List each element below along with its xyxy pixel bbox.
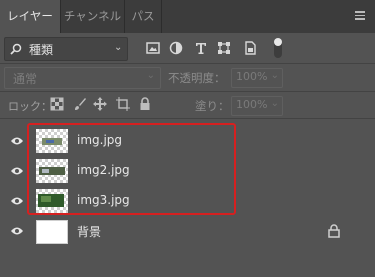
blend-mode-value: 通常 [13,72,38,86]
panel-tab-bar: レイヤー チャンネル パス [0,0,375,33]
highlight-box [27,123,236,215]
filter-pixel-layer-icon[interactable] [145,40,161,56]
lock-transparent-pixels-icon[interactable] [50,97,64,111]
chevron-down-icon: ⌄ [270,98,279,109]
panel-menu-icon[interactable] [355,11,365,20]
fill-label: 塗り： [195,99,230,113]
opacity-label: 不透明度： [168,71,226,85]
filter-shape-layer-icon[interactable] [216,40,232,56]
filter-type-layer-icon[interactable] [193,40,209,56]
search-icon [10,43,22,55]
filter-adjustment-layer-icon[interactable] [168,40,184,56]
blend-mode-select[interactable]: 通常 ⌄ [4,67,161,89]
fill-input[interactable]: 100% ⌄ [231,96,283,116]
tab-channels[interactable]: チャンネル [61,0,124,33]
chevron-down-icon: ⌄ [146,70,155,81]
layer-filter-select[interactable]: 種類 ⌄ [4,37,128,61]
divider [0,63,375,64]
filter-type-label: 種類 [29,43,54,57]
layer-name[interactable]: 背景 [77,223,101,240]
tab-paths[interactable]: パス [125,0,161,33]
lock-icon[interactable] [328,224,340,238]
eye-visibility-icon[interactable] [10,195,24,207]
lock-image-pixels-brush-icon[interactable] [73,97,87,111]
eye-visibility-icon[interactable] [10,165,24,177]
tab-layers[interactable]: レイヤー [0,0,60,33]
filter-toggle-switch[interactable] [274,38,282,58]
lock-all-icon[interactable] [138,97,152,111]
filter-smart-object-icon[interactable] [242,40,258,56]
opacity-input[interactable]: 100% ⌄ [231,68,283,88]
eye-visibility-icon[interactable] [10,135,24,147]
lock-label: ロック： [8,100,52,113]
chevron-down-icon: ⌄ [270,70,279,81]
lock-artboard-icon[interactable] [116,97,130,111]
tab-divider [161,0,162,33]
layer-row[interactable]: 背景 [0,216,375,246]
layer-thumbnail [36,220,68,244]
chevron-down-icon: ⌄ [114,42,123,53]
fill-value: 100% [236,98,268,111]
eye-visibility-icon[interactable] [10,225,24,237]
divider [0,118,375,119]
divider [0,91,375,92]
opacity-value: 100% [236,70,268,83]
lock-position-move-icon[interactable] [93,97,107,111]
